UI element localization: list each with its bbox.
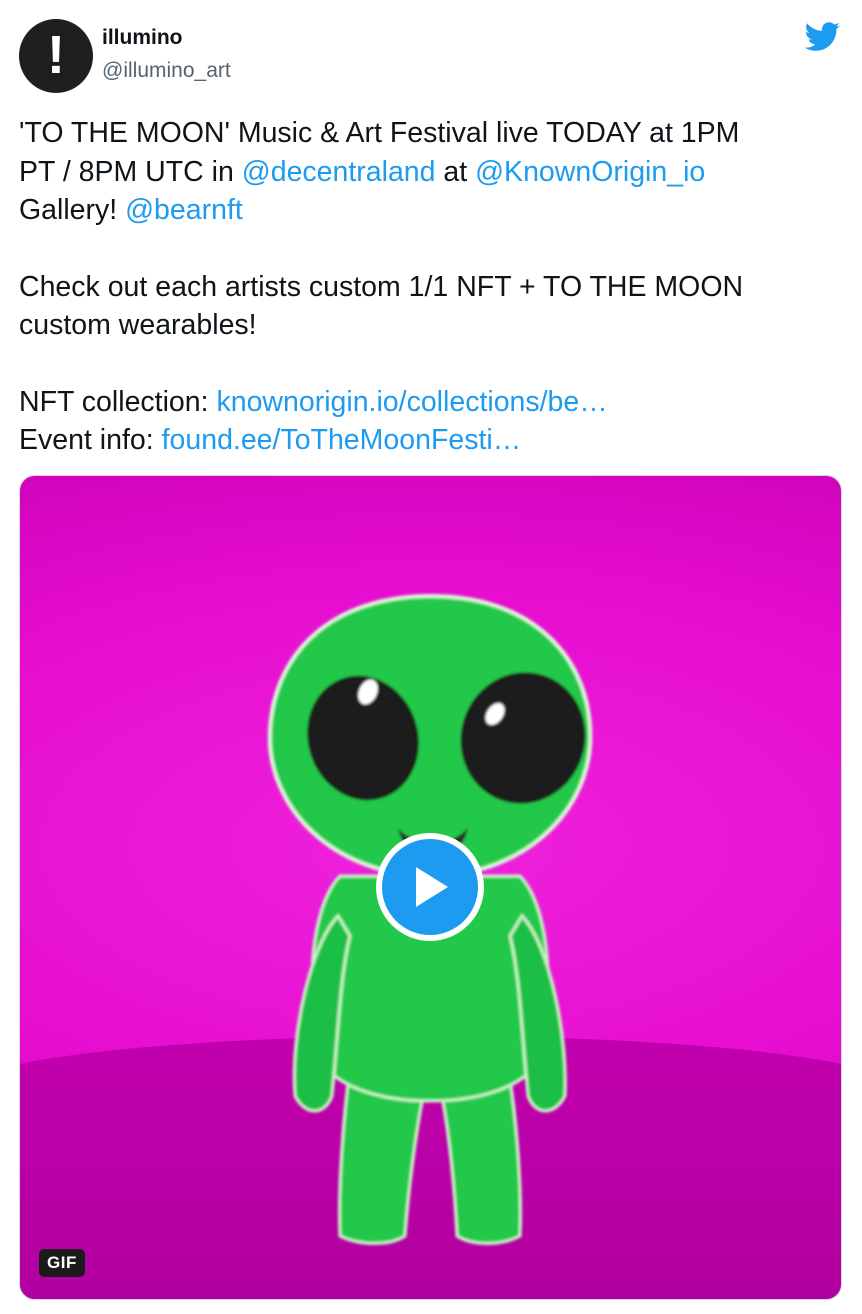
gif-badge: GIF [39,1249,85,1277]
play-button[interactable] [376,833,484,941]
avatar[interactable]: ! [19,19,93,93]
tweet-line: custom wearables! [19,306,849,345]
avatar-glyph: ! [47,25,65,85]
author-handle[interactable]: @illumino_art [102,59,231,83]
tweet-text-segment: Gallery! [19,194,126,226]
tweet-text-segment: PT / 8PM UTC in [19,155,242,188]
twitter-bird-icon[interactable] [804,22,841,52]
author-display-name[interactable]: illumino [102,26,183,50]
event-info-link[interactable]: found.ee/ToTheMoonFesti… [162,424,522,456]
tweet-line: Gallery! @bearnft [19,191,849,230]
tweet-text-segment: custom wearables! [19,309,257,341]
mention-knownorigin-link[interactable]: @KnownOrigin_io [475,156,705,188]
nft-collection-label: NFT collection: [19,385,217,418]
tweet-card: ! illumino @illumino_art 'TO THE MOON' M… [0,0,862,1314]
tweet-line: NFT collection: knownorigin.io/collectio… [19,383,849,422]
play-button-inner [382,839,478,935]
tweet-line: Check out each artists custom 1/1 NFT + … [19,268,849,307]
tweet-line: 'TO THE MOON' Music & Art Festival live … [19,114,849,153]
mention-bearnft-link[interactable]: @bearnft [125,194,243,226]
mention-decentraland-link[interactable]: @decentraland [242,156,436,188]
tweet-line: Event info: found.ee/ToTheMoonFesti… [19,421,849,460]
tweet-line: PT / 8PM UTC in @decentraland at @KnownO… [19,153,849,192]
tweet-text-segment: Check out each artists custom 1/1 NFT + … [19,270,744,303]
play-icon [416,867,448,907]
tweet-text: 'TO THE MOON' Music & Art Festival live … [19,114,849,460]
tweet-text-segment: at [435,155,476,188]
nft-collection-link[interactable]: knownorigin.io/collections/be… [216,386,607,418]
media-gif[interactable]: GIF [19,475,842,1300]
event-info-label: Event info: [19,424,162,456]
tweet-text-segment: 'TO THE MOON' Music & Art Festival live … [19,117,740,149]
